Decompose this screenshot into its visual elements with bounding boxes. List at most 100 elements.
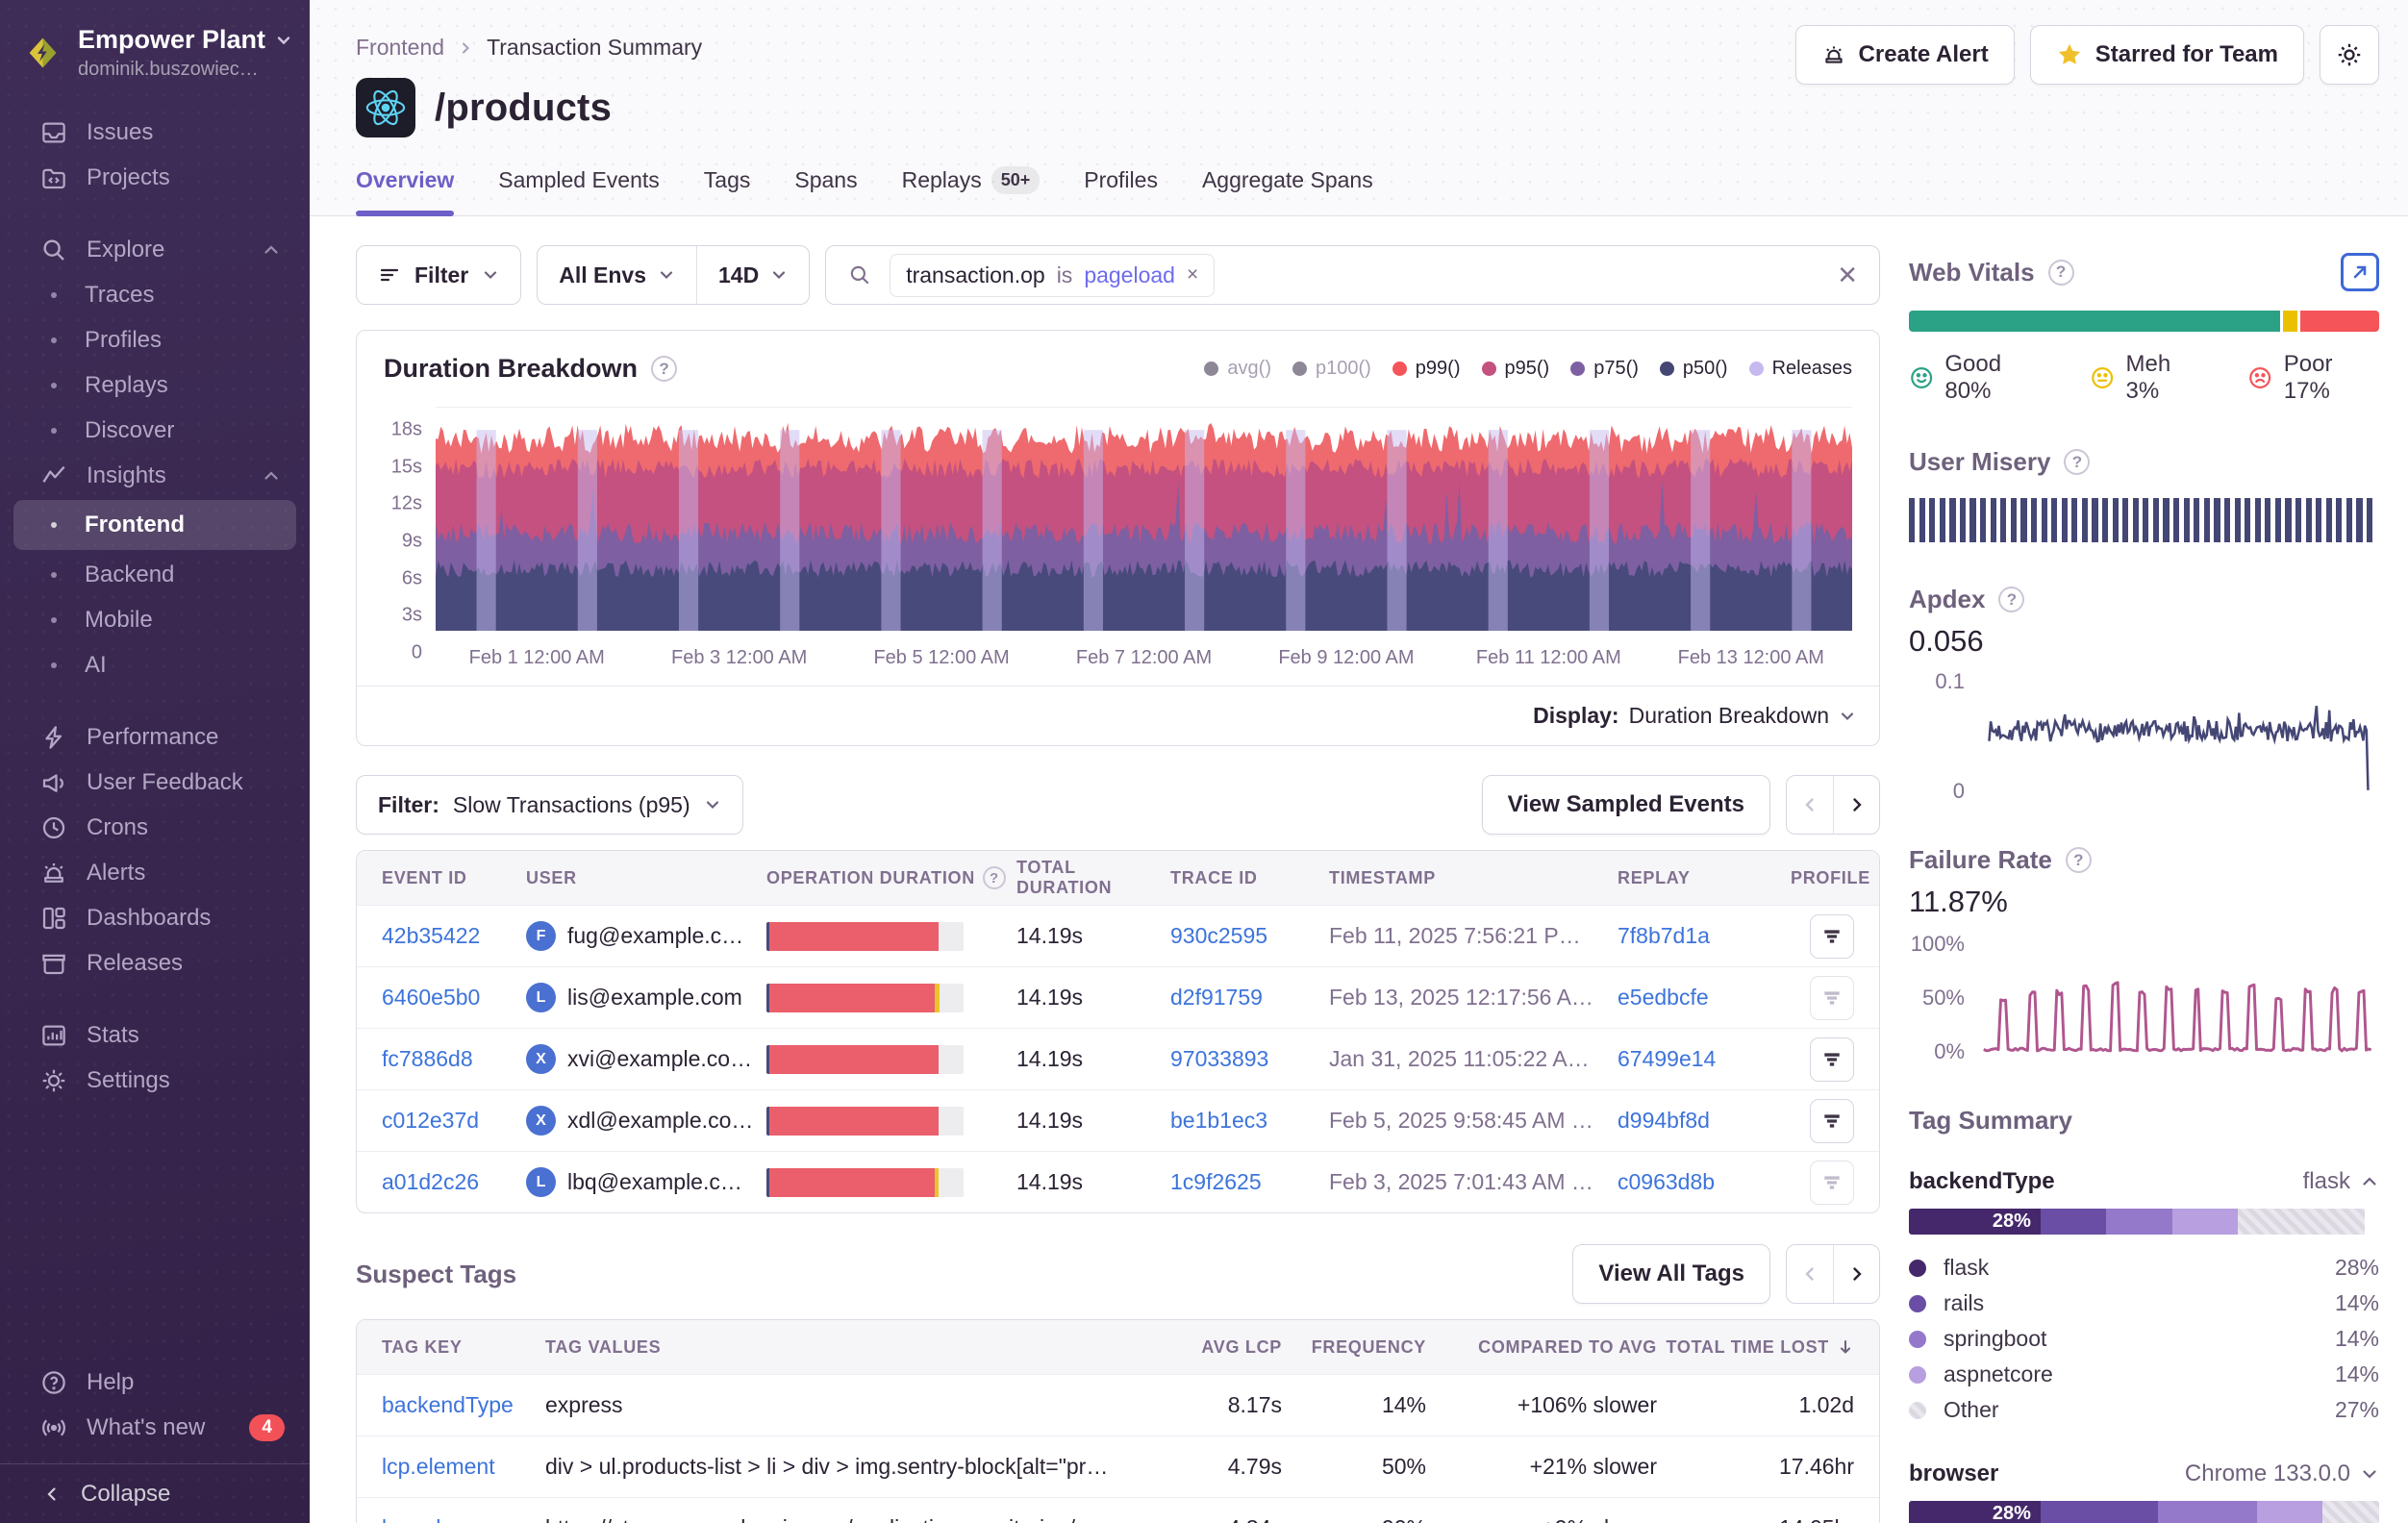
replay-link[interactable]: e5edbcfe [1618,985,1791,1011]
display-dropdown[interactable]: Duration Breakdown [1629,703,1856,729]
sidebar-group-insights[interactable]: Insights [0,453,310,498]
tag-key-link[interactable]: backendType [382,1392,545,1418]
org-switcher[interactable]: Empower Plant dominik.buszowiec… [0,0,310,110]
next-page-button[interactable] [1833,776,1879,834]
open-in-new-icon[interactable] [2341,253,2379,291]
sort-column-header[interactable]: TOTAL TIME LOST [1667,1337,1855,1358]
search-clear-icon[interactable]: ✕ [1837,261,1858,290]
trace-id-link[interactable]: d2f91759 [1170,985,1329,1011]
search-bar[interactable]: transaction.op is pageload × ✕ [825,245,1880,305]
sidebar-item-performance[interactable]: Performance [0,714,310,760]
sidebar-collapse-button[interactable]: Collapse [0,1463,310,1523]
sidebar-item-ai[interactable]: AI [0,642,310,687]
settings-button[interactable] [2320,25,2379,85]
event-id-link[interactable]: 6460e5b0 [382,985,526,1011]
legend-item-avg[interactable]: avg() [1204,358,1271,380]
profile-button[interactable] [1810,1099,1854,1143]
legend-item-p95[interactable]: p95() [1482,358,1550,380]
help-icon[interactable]: ? [2048,260,2074,286]
tab-tags[interactable]: Tags [704,166,751,215]
help-icon[interactable]: ? [983,866,1006,889]
trace-id-link[interactable]: 97033893 [1170,1046,1329,1072]
tag-value-dropdown[interactable]: Chrome 133.0.0 [2185,1461,2379,1487]
profile-button[interactable] [1810,976,1854,1020]
sidebar-group-explore[interactable]: Explore [0,227,310,272]
help-icon[interactable]: ? [1998,587,2024,612]
sidebar-item-traces[interactable]: Traces [0,272,310,317]
duration-chart[interactable] [436,407,1852,630]
date-range-dropdown[interactable]: 14D [696,246,809,304]
sidebar-item-replays[interactable]: Replays [0,362,310,408]
tag-value-dropdown[interactable]: flask [2303,1168,2379,1195]
tag-bar-segment [2041,1501,2158,1523]
sidebar-item-crons[interactable]: Crons [0,805,310,850]
tab-overview[interactable]: Overview [356,166,454,215]
sidebar-item-mobile[interactable]: Mobile [0,597,310,642]
event-id-link[interactable]: a01d2c26 [382,1169,526,1195]
sidebar-item-stats[interactable]: Stats [0,1012,310,1058]
tag-key-link[interactable]: lcp.url [382,1515,545,1523]
event-id-link[interactable]: c012e37d [382,1108,526,1134]
tag-selected-value: Chrome 133.0.0 [2185,1461,2350,1487]
environment-dropdown[interactable]: All Envs [538,246,696,304]
sidebar-item-alerts[interactable]: Alerts [0,850,310,895]
prev-page-button[interactable] [1787,1245,1833,1303]
replay-link[interactable]: 67499e14 [1618,1046,1791,1072]
trace-id-link[interactable]: 930c2595 [1170,923,1329,949]
profile-button[interactable] [1810,1161,1854,1205]
legend-item-Releases[interactable]: Releases [1749,358,1852,380]
event-id-link[interactable]: 42b35422 [382,923,526,949]
next-page-button[interactable] [1833,1245,1879,1303]
tag-distribution-bar[interactable]: 28% [1909,1501,2379,1523]
sidebar-item-frontend[interactable]: Frontend [13,500,296,550]
dashboards-icon [38,903,69,934]
sidebar-item-issues[interactable]: Issues [0,110,310,155]
tab-sampled-events[interactable]: Sampled Events [498,166,659,215]
legend-item-p100[interactable]: p100() [1292,358,1371,380]
web-vitals-bar[interactable] [1909,311,2379,332]
sidebar-item-user-feedback[interactable]: User Feedback [0,760,310,805]
profile-button[interactable] [1810,914,1854,959]
sidebar-item-backend[interactable]: Backend [0,552,310,597]
tab-aggregate-spans[interactable]: Aggregate Spans [1202,166,1373,215]
profile-button[interactable] [1810,1037,1854,1082]
event-id-link[interactable]: fc7886d8 [382,1046,526,1072]
view-sampled-events-button[interactable]: View Sampled Events [1482,775,1770,835]
sidebar-item-releases[interactable]: Releases [0,940,310,986]
replay-link[interactable]: 7f8b7d1a [1618,923,1791,949]
tag-key-link[interactable]: lcp.element [382,1454,545,1480]
sidebar-item-whats-new[interactable]: What's new 4 [0,1405,310,1450]
search-token[interactable]: transaction.op is pageload × [890,254,1215,297]
tag-distribution-bar[interactable]: 28% [1909,1209,2379,1235]
legend-item-p50[interactable]: p50() [1660,358,1728,380]
replay-link[interactable]: c0963d8b [1618,1169,1791,1195]
sidebar-item-dashboards[interactable]: Dashboards [0,895,310,940]
trace-id-link[interactable]: 1c9f2625 [1170,1169,1329,1195]
sidebar-item-settings[interactable]: Settings [0,1058,310,1103]
replay-link[interactable]: d994bf8d [1618,1108,1791,1134]
filter-dropdown[interactable]: Filter [356,245,521,305]
breadcrumb-frontend[interactable]: Frontend [356,35,444,61]
view-all-tags-button[interactable]: View All Tags [1572,1244,1770,1304]
sidebar-item-discover[interactable]: Discover [0,408,310,453]
tab-profiles[interactable]: Profiles [1084,166,1158,215]
sidebar-item-help[interactable]: Help [0,1360,310,1405]
legend-item-p99[interactable]: p99() [1392,358,1461,380]
legend-item-p75[interactable]: p75() [1570,358,1639,380]
apdex-value: 0.056 [1909,624,2379,659]
starred-for-team-button[interactable]: Starred for Team [2030,25,2304,85]
tag-legend-pct: 27% [2335,1397,2379,1423]
help-icon[interactable]: ? [2064,449,2090,475]
sidebar-item-projects[interactable]: Projects [0,155,310,200]
trace-id-link[interactable]: be1b1ec3 [1170,1108,1329,1134]
events-filter-dropdown[interactable]: Filter: Slow Transactions (p95) [356,775,743,835]
token-remove-icon[interactable]: × [1187,263,1198,287]
help-icon[interactable]: ? [651,356,677,382]
prev-page-button[interactable] [1787,776,1833,834]
help-icon[interactable]: ? [2066,847,2092,873]
user-email: lis@example.com [567,985,742,1011]
tab-replays[interactable]: Replays50+ [902,166,1041,215]
tab-spans[interactable]: Spans [794,166,857,215]
sidebar-item-profiles[interactable]: Profiles [0,317,310,362]
create-alert-button[interactable]: Create Alert [1795,25,2015,85]
